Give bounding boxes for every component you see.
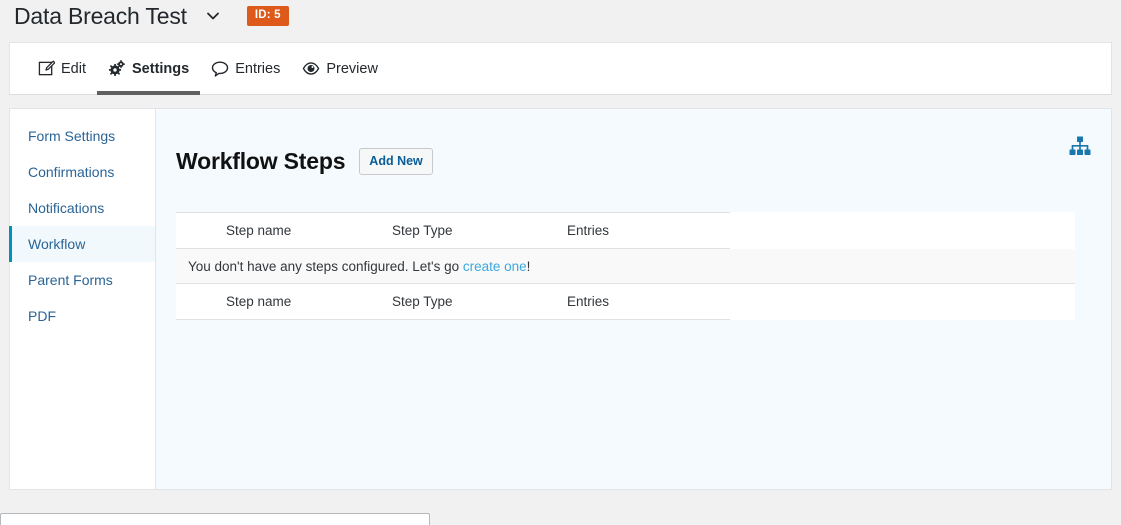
sidebar-item-label: Confirmations (28, 164, 115, 180)
empty-state-cell: You don't have any steps configured. Let… (176, 248, 1075, 285)
sidebar-item-form-settings[interactable]: Form Settings (9, 118, 155, 154)
workflow-steps-table: Step name Step Type Entries You don't ha… (176, 212, 1075, 321)
table-footer-row: Step name Step Type Entries (176, 283, 1075, 321)
tab-edit[interactable]: Edit (26, 43, 97, 94)
column-header-step-type[interactable]: Step Type (392, 212, 567, 250)
page-title-bar: Data Breach Test ID: 5 (0, 0, 1121, 36)
settings-body: Form Settings Confirmations Notification… (9, 108, 1112, 490)
chevron-down-icon[interactable] (203, 6, 223, 26)
tab-preview[interactable]: Preview (291, 43, 389, 94)
table-footer: Step name Step Type Entries (176, 283, 1075, 321)
empty-state-text: You don't have any steps configured. Let… (188, 258, 463, 274)
page-title: Data Breach Test (14, 3, 187, 29)
sidebar-item-label: Workflow (28, 236, 86, 252)
sidebar-item-label: Form Settings (28, 128, 116, 144)
sidebar-item-parent-forms[interactable]: Parent Forms (9, 262, 155, 298)
edit-pencil-icon (37, 60, 55, 78)
sitemap-icon[interactable] (1067, 133, 1093, 159)
speech-bubble-icon (211, 60, 229, 78)
footer-header-entries[interactable]: Entries (567, 283, 730, 321)
sidebar-item-label: Parent Forms (28, 272, 113, 288)
form-tab-bar: Edit Settings Entries Preview (9, 42, 1112, 95)
table-empty-row: You don't have any steps configured. Let… (176, 248, 1075, 285)
settings-sidebar: Form Settings Confirmations Notification… (9, 108, 156, 490)
column-header-entries[interactable]: Entries (567, 212, 730, 250)
gears-icon (108, 60, 126, 78)
table-body: You don't have any steps configured. Let… (176, 248, 1075, 285)
column-header-spacer (730, 212, 1075, 249)
workflow-panel: Workflow Steps Add New Step name Step Ty… (156, 108, 1112, 490)
tab-entries[interactable]: Entries (200, 43, 291, 94)
tab-label: Edit (61, 60, 86, 77)
footer-header-step-name[interactable]: Step name (176, 283, 392, 321)
sidebar-item-notifications[interactable]: Notifications (9, 190, 155, 226)
create-one-link[interactable]: create one (463, 259, 527, 274)
tab-label: Settings (132, 60, 190, 77)
tab-settings[interactable]: Settings (97, 43, 201, 95)
tab-label: Entries (235, 60, 281, 77)
sidebar-item-confirmations[interactable]: Confirmations (9, 154, 155, 190)
column-header-step-name[interactable]: Step name (176, 212, 392, 250)
page-heading: Workflow Steps (176, 148, 346, 175)
workflow-header: Workflow Steps Add New (176, 127, 1089, 195)
sidebar-item-pdf[interactable]: PDF (9, 298, 155, 334)
footer-header-step-type[interactable]: Step Type (392, 283, 567, 321)
add-new-button[interactable]: Add New (359, 147, 433, 175)
eye-icon (302, 60, 320, 78)
empty-state-suffix: ! (526, 258, 531, 274)
footer-header-spacer (730, 283, 1075, 320)
table-header: Step name Step Type Entries (176, 212, 1075, 250)
bottom-partial-panel (0, 513, 430, 525)
sidebar-item-label: PDF (28, 308, 56, 324)
table-header-row: Step name Step Type Entries (176, 212, 1075, 250)
tab-label: Preview (326, 60, 378, 77)
sidebar-item-workflow[interactable]: Workflow (9, 226, 155, 262)
sidebar-item-label: Notifications (28, 200, 105, 216)
form-id-badge: ID: 5 (246, 6, 289, 26)
tab-list: Edit Settings Entries Preview (10, 43, 1111, 95)
